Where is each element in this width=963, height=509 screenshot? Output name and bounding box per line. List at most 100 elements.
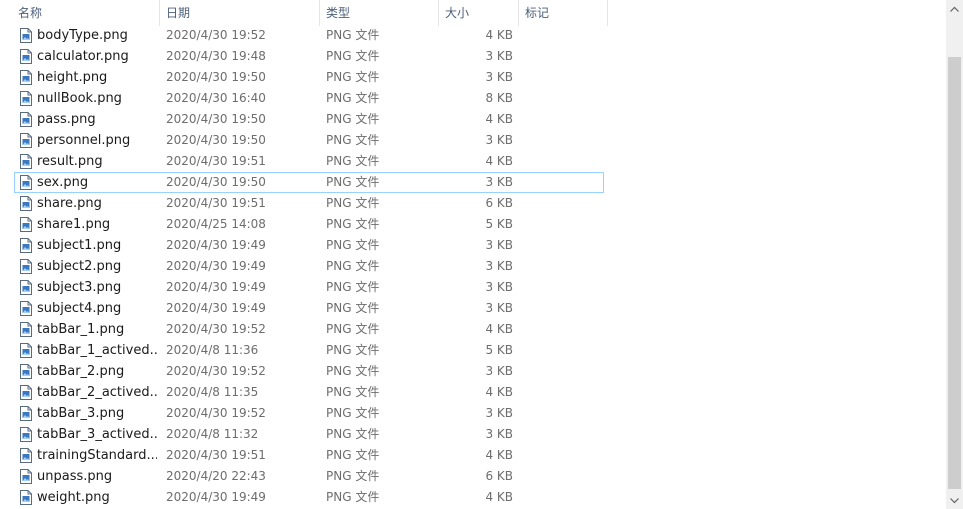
file-date: 2020/4/30 19:51	[166, 154, 266, 168]
file-date: 2020/4/8 11:32	[166, 427, 259, 441]
png-file-icon	[20, 469, 32, 484]
file-size: 4 KB	[485, 490, 513, 504]
vertical-scrollbar[interactable]	[946, 0, 963, 509]
file-row[interactable]: tabBar_1.png 2020/4/30 19:52 PNG 文件 4 KB	[14, 319, 604, 340]
file-type: PNG 文件	[326, 28, 380, 42]
file-type: PNG 文件	[326, 301, 380, 315]
column-header-tags[interactable]: 标记	[519, 0, 608, 26]
column-header-name-label: 名称	[18, 6, 43, 20]
file-size: 3 KB	[485, 280, 513, 294]
file-row[interactable]: tabBar_2.png 2020/4/30 19:52 PNG 文件 3 KB	[14, 361, 604, 382]
png-file-icon	[20, 238, 32, 253]
file-type: PNG 文件	[326, 238, 380, 252]
file-row[interactable]: subject1.png 2020/4/30 19:49 PNG 文件 3 KB	[14, 235, 604, 256]
column-header-date[interactable]: 日期	[160, 0, 320, 26]
file-size: 3 KB	[485, 301, 513, 315]
file-type: PNG 文件	[326, 343, 380, 357]
scrollbar-thumb[interactable]	[948, 57, 961, 489]
png-file-icon	[20, 259, 32, 274]
file-row[interactable]: tabBar_2_actived.... 2020/4/8 11:35 PNG 文件…	[14, 382, 604, 403]
file-date: 2020/4/30 19:49	[166, 259, 266, 273]
column-header-size[interactable]: 大小	[439, 0, 519, 26]
file-list-view[interactable]: 名称 日期 类型 大小 标记 bodyType.png 2020/4/30 19:…	[0, 0, 946, 509]
file-date: 2020/4/8 11:35	[166, 385, 259, 399]
png-file-icon	[20, 175, 32, 190]
column-header-type[interactable]: 类型	[320, 0, 439, 26]
file-name: sex.png	[37, 175, 89, 190]
file-row[interactable]: subject4.png 2020/4/30 19:49 PNG 文件 3 KB	[14, 298, 604, 319]
file-date: 2020/4/30 19:50	[166, 133, 266, 147]
png-file-icon	[20, 28, 32, 43]
file-row[interactable]: calculator.png 2020/4/30 19:48 PNG 文件 3 KB	[14, 46, 604, 67]
file-row[interactable]: unpass.png 2020/4/20 22:43 PNG 文件 6 KB	[14, 466, 604, 487]
file-size: 3 KB	[485, 238, 513, 252]
file-size: 5 KB	[485, 343, 513, 357]
png-file-icon	[20, 301, 32, 316]
file-date: 2020/4/30 19:48	[166, 49, 266, 63]
file-name: share1.png	[37, 217, 111, 232]
file-size: 3 KB	[485, 49, 513, 63]
file-row[interactable]: sex.png 2020/4/30 19:50 PNG 文件 3 KB	[14, 172, 604, 193]
png-file-icon	[20, 322, 32, 337]
file-name: share.png	[37, 196, 102, 211]
file-type: PNG 文件	[326, 280, 380, 294]
file-name: weight.png	[37, 490, 110, 505]
file-date: 2020/4/30 19:50	[166, 112, 266, 126]
file-size: 4 KB	[485, 385, 513, 399]
file-row[interactable]: result.png 2020/4/30 19:51 PNG 文件 4 KB	[14, 151, 604, 172]
file-row[interactable]: pass.png 2020/4/30 19:50 PNG 文件 4 KB	[14, 109, 604, 130]
file-date: 2020/4/25 14:08	[166, 217, 266, 231]
file-row[interactable]: tabBar_3.png 2020/4/30 19:52 PNG 文件 3 KB	[14, 403, 604, 424]
file-name: personnel.png	[37, 133, 131, 148]
file-name: tabBar_1.png	[37, 322, 125, 337]
column-header-size-label: 大小	[445, 6, 470, 20]
column-header-tags-label: 标记	[525, 6, 550, 20]
scroll-up-arrow-icon[interactable]	[946, 0, 963, 17]
png-file-icon	[20, 448, 32, 463]
file-date: 2020/4/30 19:52	[166, 28, 266, 42]
file-type: PNG 文件	[326, 490, 380, 504]
file-name: tabBar_2.png	[37, 364, 125, 379]
file-size: 3 KB	[485, 133, 513, 147]
file-row[interactable]: subject3.png 2020/4/30 19:49 PNG 文件 3 KB	[14, 277, 604, 298]
file-row[interactable]: weight.png 2020/4/30 19:49 PNG 文件 4 KB	[14, 487, 604, 508]
file-name: calculator.png	[37, 49, 129, 64]
file-row[interactable]: trainingStandard.... 2020/4/30 19:51 PNG 文…	[14, 445, 604, 466]
file-name: subject4.png	[37, 301, 122, 316]
file-row[interactable]: height.png 2020/4/30 19:50 PNG 文件 3 KB	[14, 67, 604, 88]
file-date: 2020/4/30 19:52	[166, 406, 266, 420]
file-type: PNG 文件	[326, 364, 380, 378]
file-name: result.png	[37, 154, 103, 169]
file-row[interactable]: personnel.png 2020/4/30 19:50 PNG 文件 3 KB	[14, 130, 604, 151]
file-row[interactable]: tabBar_1_actived.... 2020/4/8 11:36 PNG 文件…	[14, 340, 604, 361]
file-name: subject1.png	[37, 238, 122, 253]
png-file-icon	[20, 70, 32, 85]
scroll-down-arrow-icon[interactable]	[946, 492, 963, 509]
png-file-icon	[20, 406, 32, 421]
file-date: 2020/4/8 11:36	[166, 343, 259, 357]
column-header-name[interactable]: 名称	[12, 0, 160, 26]
file-name: subject3.png	[37, 280, 122, 295]
file-date: 2020/4/20 22:43	[166, 469, 266, 483]
file-size: 4 KB	[485, 28, 513, 42]
file-size: 4 KB	[485, 154, 513, 168]
png-file-icon	[20, 427, 32, 442]
file-type: PNG 文件	[326, 322, 380, 336]
file-size: 3 KB	[485, 364, 513, 378]
file-size: 6 KB	[485, 196, 513, 210]
file-size: 4 KB	[485, 112, 513, 126]
file-type: PNG 文件	[326, 469, 380, 483]
file-row[interactable]: subject2.png 2020/4/30 19:49 PNG 文件 3 KB	[14, 256, 604, 277]
file-row[interactable]: bodyType.png 2020/4/30 19:52 PNG 文件 4 KB	[14, 25, 604, 46]
file-type: PNG 文件	[326, 217, 380, 231]
png-file-icon	[20, 343, 32, 358]
file-size: 3 KB	[485, 259, 513, 273]
file-row[interactable]: share.png 2020/4/30 19:51 PNG 文件 6 KB	[14, 193, 604, 214]
png-file-icon	[20, 196, 32, 211]
file-row[interactable]: tabBar_3_actived.... 2020/4/8 11:32 PNG 文件…	[14, 424, 604, 445]
file-row[interactable]: nullBook.png 2020/4/30 16:40 PNG 文件 8 KB	[14, 88, 604, 109]
file-row[interactable]: share1.png 2020/4/25 14:08 PNG 文件 5 KB	[14, 214, 604, 235]
file-date: 2020/4/30 16:40	[166, 91, 266, 105]
file-size: 3 KB	[485, 70, 513, 84]
file-date: 2020/4/30 19:49	[166, 238, 266, 252]
